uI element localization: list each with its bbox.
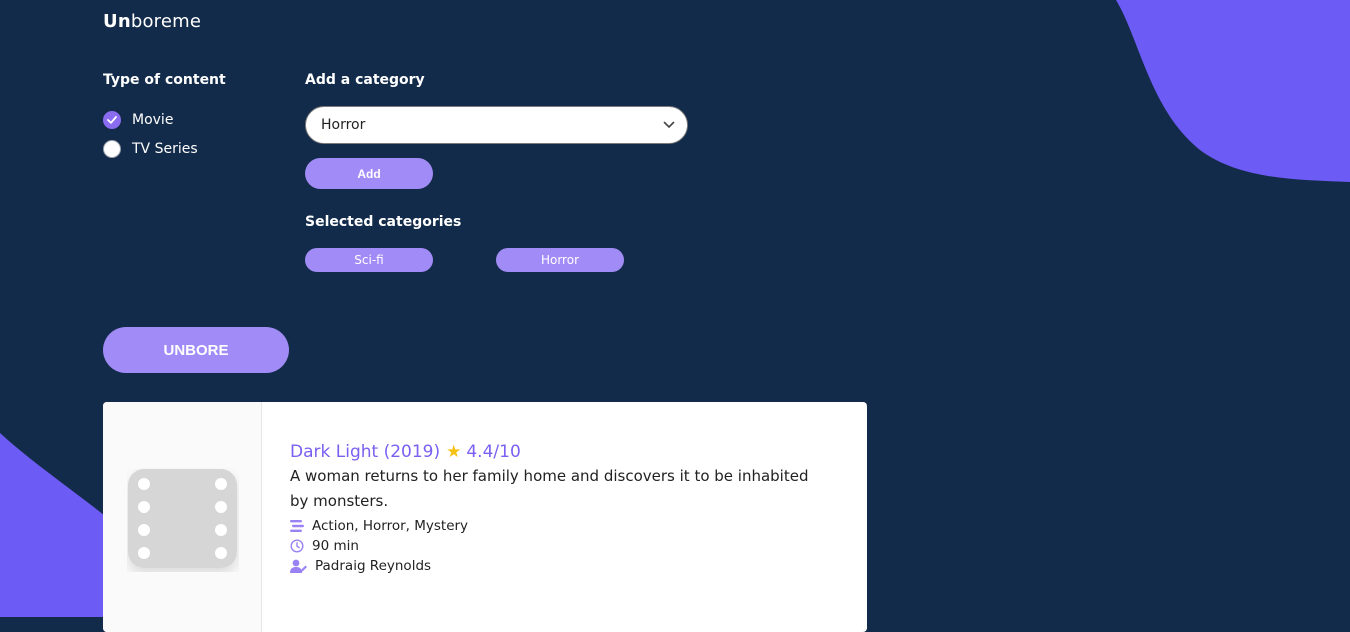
- list-icon: [290, 520, 304, 532]
- result-genres: Action, Horror, Mystery: [312, 518, 469, 534]
- brand-logo-rest: boreme: [130, 11, 202, 32]
- poster-placeholder: [103, 402, 262, 632]
- clock-icon: [290, 539, 304, 553]
- chevron-down-icon: [663, 121, 675, 129]
- radio-movie[interactable]: Movie: [103, 111, 173, 129]
- radio-tv-series[interactable]: TV Series: [103, 140, 198, 158]
- radio-checked-icon: [103, 111, 121, 129]
- result-runtime: 90 min: [312, 538, 359, 554]
- unbore-button[interactable]: UNBORE: [103, 327, 289, 373]
- result-card: Dark Light (2019) ★ 4.4/10 A woman retur…: [103, 402, 867, 632]
- category-select-value: Horror: [321, 117, 366, 133]
- result-title: Dark Light (2019): [290, 442, 441, 462]
- decorative-blob-top-right: [1116, 0, 1350, 182]
- result-rating: 4.4/10: [466, 442, 521, 462]
- category-select[interactable]: Horror: [305, 106, 688, 144]
- result-genres-row: Action, Horror, Mystery: [290, 518, 830, 534]
- result-title-row: Dark Light (2019) ★ 4.4/10: [290, 442, 830, 462]
- result-director: Padraig Reynolds: [315, 558, 432, 574]
- result-runtime-row: 90 min: [290, 538, 830, 554]
- add-category-button[interactable]: Add: [305, 158, 433, 189]
- film-icon: [128, 469, 237, 568]
- star-icon: ★: [446, 442, 462, 462]
- add-category-heading: Add a category: [305, 72, 425, 88]
- radio-movie-label: Movie: [132, 112, 174, 128]
- category-chip-scifi[interactable]: Sci-fi: [305, 248, 433, 272]
- decorative-blob-bottom-left: [0, 433, 110, 617]
- result-card-body: Dark Light (2019) ★ 4.4/10 A woman retur…: [290, 442, 830, 574]
- result-director-row: Padraig Reynolds: [290, 558, 830, 574]
- director-icon: [290, 559, 307, 573]
- brand-logo-strong: Un: [103, 11, 131, 32]
- radio-unchecked-icon: [103, 140, 121, 158]
- brand-logo[interactable]: Unboreme: [103, 11, 201, 32]
- radio-tv-series-label: TV Series: [132, 141, 198, 157]
- category-chip-horror[interactable]: Horror: [496, 248, 624, 272]
- result-description: A woman returns to her family home and d…: [290, 467, 809, 510]
- selected-categories-heading: Selected categories: [305, 214, 462, 230]
- content-type-heading: Type of content: [103, 72, 226, 88]
